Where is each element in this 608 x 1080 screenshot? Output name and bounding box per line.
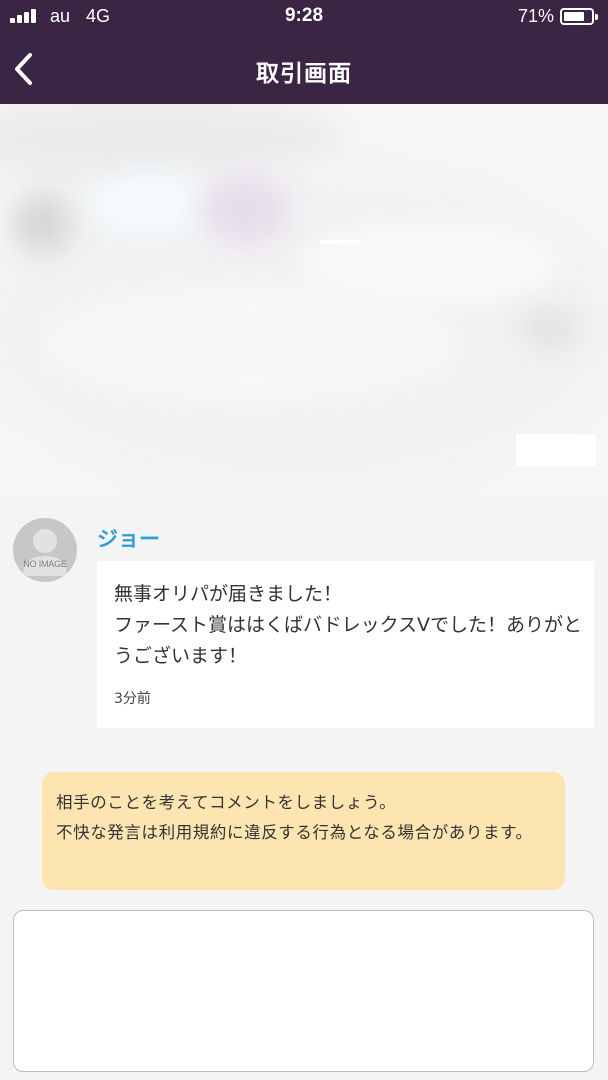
message-row: NO IMAGE ジョー 無事オリパが届きました！ ファースト賞ははくばバドレッ… [0,505,608,735]
avatar: NO IMAGE [13,518,77,582]
battery-percent: 71% [517,6,554,26]
message-timestamp: 3分前 [114,691,151,707]
comment-input[interactable] [13,910,594,1072]
notice-text: 相手のことを考えてコメントをしましょう。 不快な発言は利用規約に違反する行為とな… [56,793,533,842]
nav-bar: 取引画面 [0,34,608,104]
avatar-placeholder-text: NO IMAGE [23,559,67,569]
message-text: 無事オリパが届きました！ ファースト賞ははくばバドレックスVでした！ありがとうご… [114,583,583,667]
comment-notice: 相手のことを考えてコメントをしましょう。 不快な発言は利用規約に違反する行為とな… [42,772,565,890]
status-time: 9:28 [284,5,324,26]
battery-icon [560,8,598,25]
blurred-product-image [0,104,608,494]
user-silhouette-icon [23,529,67,576]
status-bar: au 4G 9:28 71% [0,0,608,34]
page-title: 取引画面 [256,61,352,87]
message-bubble: 無事オリパが届きました！ ファースト賞ははくばバドレックスVでした！ありがとうご… [97,561,594,728]
sender-name[interactable]: ジョー [97,523,160,553]
